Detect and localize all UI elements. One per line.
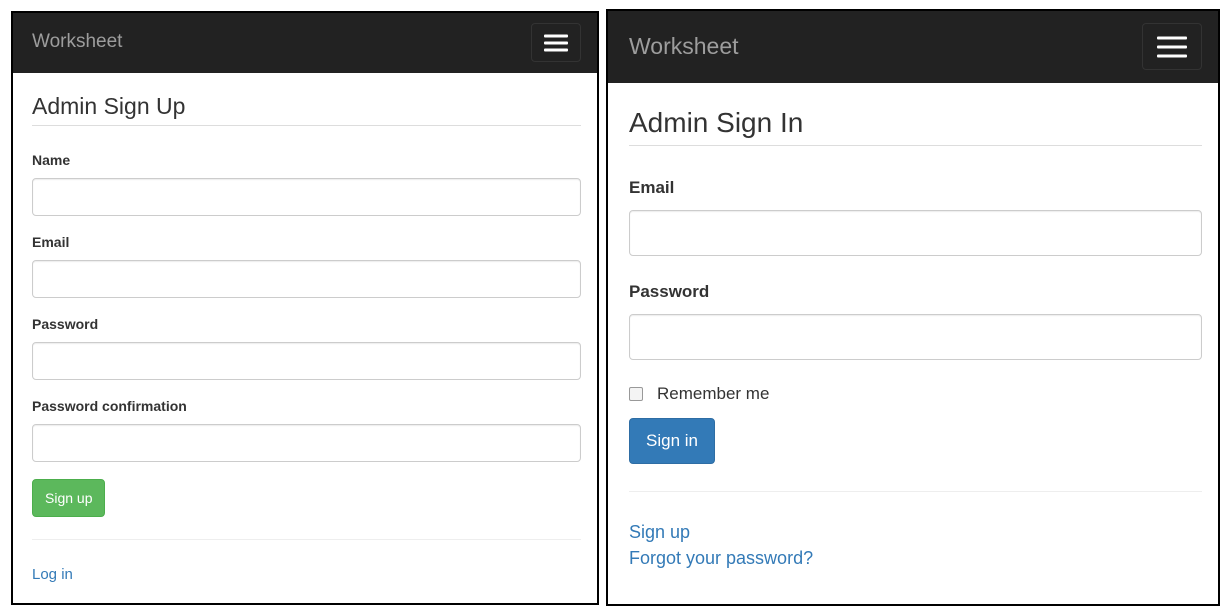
signin-navbar-brand[interactable]: Worksheet — [629, 33, 739, 60]
signup-form: Admin Sign Up Name Email Password Passwo… — [32, 73, 581, 583]
sign-up-link[interactable]: Sign up — [629, 522, 1202, 543]
signin-page-title: Admin Sign In — [629, 83, 1202, 146]
signup-password-confirmation-input[interactable] — [32, 424, 581, 462]
signup-password-label: Password — [32, 316, 99, 332]
hamburger-menu-icon — [1157, 33, 1187, 60]
forgot-password-link[interactable]: Forgot your password? — [629, 548, 1202, 569]
signup-email-input[interactable] — [32, 260, 581, 298]
signup-navbar-brand[interactable]: Worksheet — [32, 31, 122, 53]
signin-password-input[interactable] — [629, 314, 1202, 360]
signup-name-input[interactable] — [32, 178, 581, 216]
signup-page-title: Admin Sign Up — [32, 73, 581, 126]
signup-email-label: Email — [32, 234, 70, 250]
signup-name-label: Name — [32, 152, 71, 168]
signup-password-input[interactable] — [32, 342, 581, 380]
signup-panel: Worksheet Admin Sign Up Name Email Passw… — [11, 11, 599, 605]
signin-form: Admin Sign In Email Password Remember me… — [629, 83, 1202, 569]
signin-email-input[interactable] — [629, 210, 1202, 256]
signin-email-label: Email — [629, 178, 675, 197]
signin-password-label: Password — [629, 282, 710, 301]
signup-menu-toggle-button[interactable] — [531, 23, 581, 62]
remember-me-row: Remember me — [629, 384, 1202, 404]
hamburger-menu-icon — [544, 32, 568, 53]
signin-panel: Worksheet Admin Sign In Email Password R… — [606, 9, 1220, 606]
signup-password-confirmation-label: Password confirmation — [32, 398, 187, 414]
remember-me-checkbox[interactable] — [629, 387, 643, 401]
signin-menu-toggle-button[interactable] — [1142, 23, 1202, 70]
signup-navbar: Worksheet — [13, 13, 597, 73]
log-in-link[interactable]: Log in — [32, 566, 581, 583]
signup-divider — [32, 539, 581, 540]
sign-up-button[interactable]: Sign up — [32, 479, 106, 517]
signin-navbar: Worksheet — [608, 11, 1218, 83]
remember-me-label[interactable]: Remember me — [657, 384, 769, 404]
signin-divider — [629, 491, 1202, 492]
sign-in-button[interactable]: Sign in — [629, 418, 715, 464]
